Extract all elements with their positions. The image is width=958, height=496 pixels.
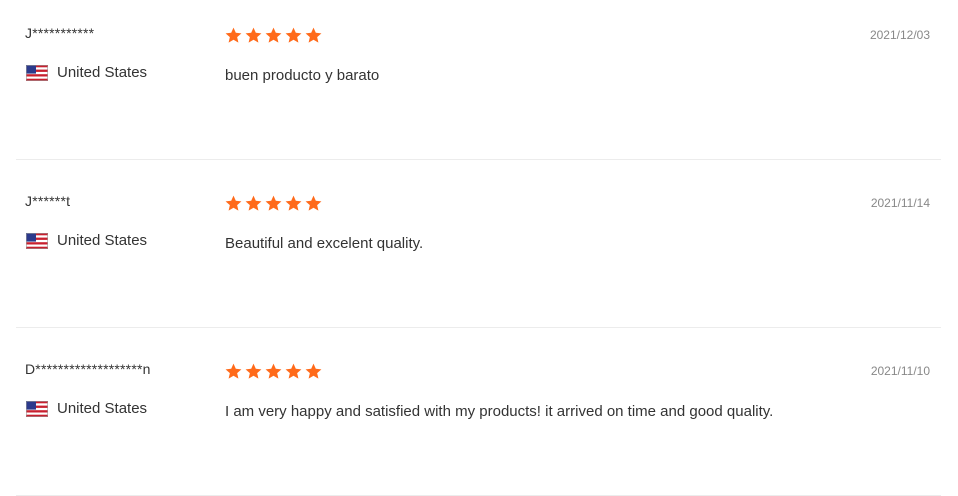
reviewer-country: United States	[26, 64, 147, 81]
star-icon	[305, 195, 322, 211]
review-item: J*********** United States buen producto…	[16, 0, 941, 160]
review-text: Beautiful and excelent quality.	[225, 235, 424, 252]
reviewer-country: United States	[26, 400, 147, 417]
star-icon	[225, 195, 242, 211]
review-date: 2021/12/03	[869, 28, 930, 42]
star-icon	[265, 195, 282, 211]
us-flag-icon	[26, 64, 48, 81]
star-icon	[285, 27, 302, 43]
star-icon	[225, 27, 242, 43]
review-text: I am very happy and satisfied with my pr…	[225, 403, 774, 420]
us-flag-icon	[26, 400, 48, 417]
star-icon	[285, 195, 302, 211]
star-icon	[305, 27, 322, 43]
review-date: 2021/11/10	[870, 364, 930, 378]
star-icon	[265, 27, 282, 43]
star-rating	[224, 362, 323, 381]
star-icon	[225, 363, 242, 379]
star-icon	[265, 363, 282, 379]
star-rating	[224, 26, 323, 45]
review-date: 2021/11/14	[870, 196, 930, 210]
star-icon	[245, 363, 262, 379]
reviewer-name: J******t	[25, 193, 71, 209]
review-item: D*******************n United States I am…	[16, 328, 941, 496]
review-text: buen producto y barato	[225, 67, 380, 84]
country-name: United States	[57, 400, 148, 417]
star-icon	[245, 27, 262, 43]
country-name: United States	[57, 64, 148, 81]
review-item: J******t United States Beautiful and exc…	[16, 160, 941, 328]
star-icon	[305, 363, 322, 379]
reviewer-name: J***********	[25, 25, 95, 41]
star-icon	[285, 363, 302, 379]
us-flag-icon	[26, 232, 48, 249]
star-icon	[245, 195, 262, 211]
reviewer-country: United States	[26, 232, 147, 249]
star-rating	[224, 194, 323, 213]
country-name: United States	[57, 232, 148, 249]
reviewer-name: D*******************n	[25, 361, 151, 377]
